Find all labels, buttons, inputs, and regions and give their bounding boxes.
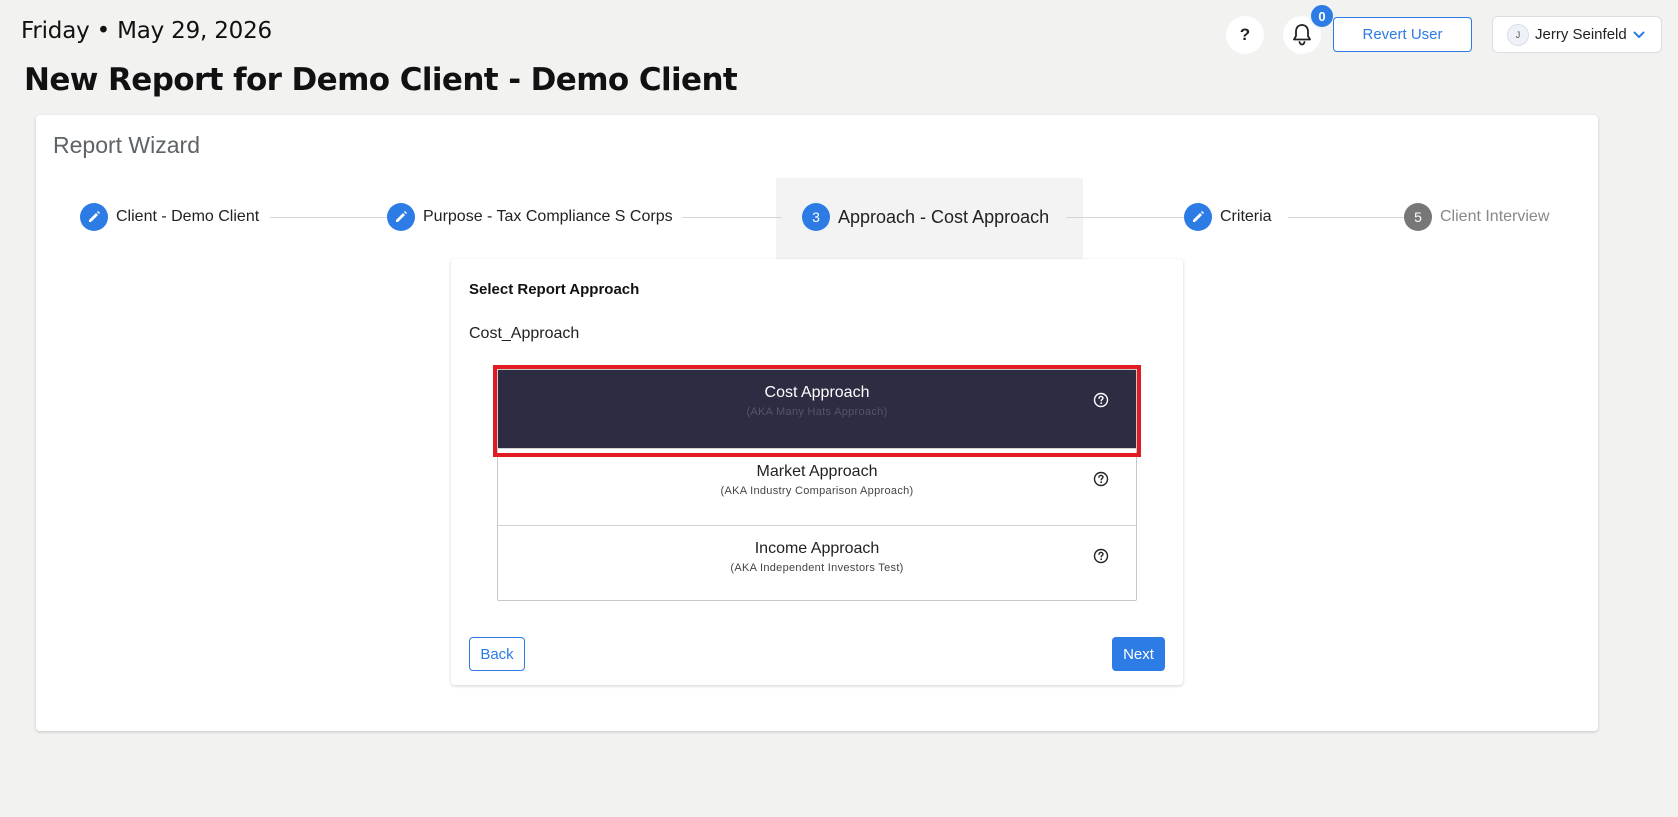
approach-panel: Select Report Approach Cost_Approach Cos… bbox=[451, 259, 1183, 685]
step-connector bbox=[682, 217, 782, 218]
approach-title: Cost Approach bbox=[764, 384, 870, 401]
step-label: Client Interview bbox=[1440, 208, 1550, 225]
user-menu[interactable]: J Jerry Seinfeld bbox=[1492, 16, 1662, 53]
selected-approach-value: Cost_Approach bbox=[469, 325, 580, 342]
approach-option-market[interactable]: Market Approach (AKA Industry Comparison… bbox=[498, 448, 1136, 526]
card-title: Report Wizard bbox=[53, 132, 200, 158]
help-circle-icon[interactable] bbox=[1093, 548, 1109, 564]
edit-icon bbox=[387, 203, 415, 231]
step-purpose[interactable]: Purpose - Tax Compliance S Corps bbox=[387, 202, 673, 232]
step-label: Approach - Cost Approach bbox=[838, 206, 1050, 227]
step-client-interview[interactable]: 5 Client Interview bbox=[1404, 202, 1549, 232]
step-criteria[interactable]: Criteria bbox=[1184, 202, 1272, 232]
panel-heading: Select Report Approach bbox=[469, 281, 640, 298]
help-circle-icon[interactable] bbox=[1093, 471, 1109, 487]
step-connector bbox=[270, 217, 390, 218]
notification-count-badge: 0 bbox=[1309, 3, 1335, 29]
step-connector bbox=[1288, 217, 1408, 218]
edit-icon bbox=[1184, 203, 1212, 231]
step-number: 5 bbox=[1404, 203, 1432, 231]
report-wizard-card: Report Wizard Client - Demo Client Purpo… bbox=[36, 115, 1598, 731]
step-client[interactable]: Client - Demo Client bbox=[80, 202, 259, 232]
chevron-down-icon bbox=[1633, 31, 1645, 38]
approach-subtitle: (AKA Many Hats Approach) bbox=[746, 406, 888, 418]
user-name: Jerry Seinfeld bbox=[1535, 26, 1627, 43]
approach-subtitle: (AKA Industry Comparison Approach) bbox=[720, 485, 914, 497]
approach-option-cost[interactable]: Cost Approach (AKA Many Hats Approach) bbox=[498, 370, 1136, 448]
back-button[interactable]: Back bbox=[469, 637, 525, 671]
page-title: New Report for Demo Client - Demo Client bbox=[24, 62, 738, 98]
help-button[interactable]: ? bbox=[1226, 16, 1264, 54]
revert-user-button[interactable]: Revert User bbox=[1333, 17, 1472, 52]
bell-icon bbox=[1293, 24, 1311, 46]
step-label: Client - Demo Client bbox=[116, 208, 260, 225]
avatar: J bbox=[1507, 23, 1529, 46]
approach-list: Cost Approach (AKA Many Hats Approach) M… bbox=[497, 369, 1137, 601]
next-button[interactable]: Next bbox=[1112, 637, 1165, 671]
approach-subtitle: (AKA Independent Investors Test) bbox=[730, 562, 904, 574]
step-number: 3 bbox=[802, 203, 830, 231]
approach-title: Income Approach bbox=[754, 540, 880, 557]
approach-option-income[interactable]: Income Approach (AKA Independent Investo… bbox=[498, 525, 1136, 603]
edit-icon bbox=[80, 203, 108, 231]
current-date: Friday • May 29, 2026 bbox=[21, 18, 272, 44]
step-label: Criteria bbox=[1220, 208, 1272, 225]
approach-title: Market Approach bbox=[756, 463, 878, 480]
step-approach[interactable]: 3 Approach - Cost Approach bbox=[802, 202, 1049, 232]
help-circle-icon[interactable] bbox=[1093, 392, 1109, 408]
step-label: Purpose - Tax Compliance S Corps bbox=[423, 208, 673, 225]
